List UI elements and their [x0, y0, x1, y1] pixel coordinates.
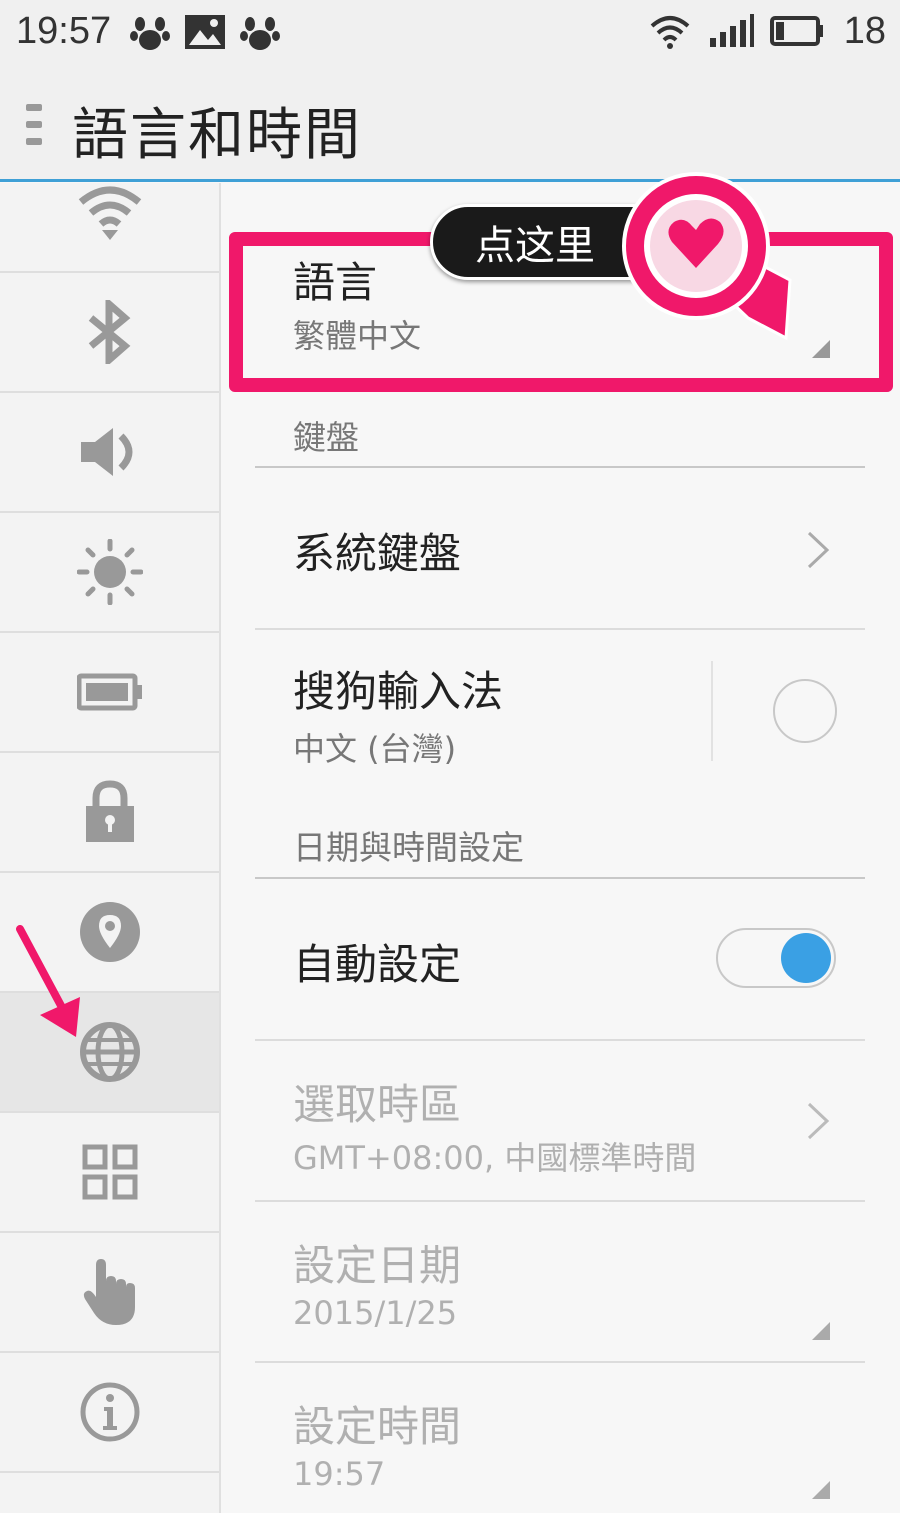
battery-icon [76, 673, 142, 711]
sound-icon [80, 428, 132, 476]
status-bar: 19:57 18 [0, 0, 900, 66]
sidebar-item-display[interactable] [0, 513, 219, 633]
sidebar-item-battery[interactable] [0, 633, 219, 753]
sidebar-item-bluetooth[interactable] [0, 273, 219, 393]
lock-icon [85, 780, 134, 842]
timezone-sub: GMT+08:00, 中國標準時間 [293, 1139, 697, 1177]
sogou-input-row[interactable]: 搜狗輸入法 中文 (台灣) [223, 630, 713, 790]
chevron-right-icon [807, 1102, 830, 1140]
sogou-sub: 中文 (台灣) [293, 730, 457, 768]
pointer-arrow-icon [16, 925, 80, 1037]
sidebar-item-security[interactable] [0, 753, 219, 873]
brightness-icon [76, 539, 143, 605]
auto-set-toggle[interactable] [716, 928, 836, 988]
menu-icon[interactable] [26, 104, 44, 148]
heart-magnifier-icon [622, 172, 792, 341]
battery-icon [770, 16, 823, 46]
sogou-title: 搜狗輸入法 [293, 667, 504, 716]
set-date-title: 設定日期 [293, 1241, 462, 1290]
system-keyboard-title: 系統鍵盤 [293, 529, 462, 578]
keyboard-section-header: 鍵盤 [293, 418, 359, 457]
set-time-title: 設定時間 [293, 1402, 462, 1451]
touch-icon [83, 1259, 135, 1325]
set-date-sub: 2015/1/25 [293, 1294, 458, 1332]
sidebar-item-gestures[interactable] [0, 1233, 219, 1353]
dropdown-corner-icon [812, 1481, 830, 1499]
sidebar [0, 183, 221, 1513]
system-keyboard-row[interactable]: 系統鍵盤 [223, 468, 900, 628]
tooltip-label: 点这里 [475, 223, 595, 269]
dropdown-corner-icon [812, 1322, 830, 1340]
baidu-paw-icon [130, 17, 170, 50]
set-date-row[interactable]: 設定日期 2015/1/25 [223, 1202, 900, 1362]
vertical-separator [711, 661, 713, 761]
auto-set-title: 自動設定 [293, 940, 462, 989]
timezone-row[interactable]: 選取時區 GMT+08:00, 中國標準時間 [223, 1041, 900, 1201]
wifi-icon [650, 16, 690, 49]
sidebar-item-apps[interactable] [0, 1113, 219, 1233]
chevron-right-icon [807, 531, 830, 569]
wifi-icon [78, 186, 141, 240]
location-icon [79, 902, 140, 962]
status-time: 19:57 [16, 10, 112, 52]
set-time-row[interactable]: 設定時間 19:57 [223, 1363, 900, 1513]
datetime-section-header: 日期與時間設定 [293, 828, 524, 867]
battery-level: 18 [843, 10, 886, 52]
sidebar-item-about[interactable] [0, 1353, 219, 1473]
sidebar-item-sound[interactable] [0, 393, 219, 513]
bluetooth-icon [88, 300, 130, 364]
globe-icon [79, 1022, 140, 1082]
apps-icon [82, 1144, 137, 1200]
signal-icon [710, 14, 754, 47]
sidebar-item-wifi[interactable] [0, 153, 219, 273]
set-time-sub: 19:57 [293, 1455, 386, 1493]
timezone-title: 選取時區 [293, 1080, 462, 1129]
sogou-radio[interactable] [773, 679, 837, 743]
image-icon [185, 15, 225, 49]
info-icon [80, 1382, 139, 1442]
baidu-paw-icon [240, 17, 280, 50]
toggle-knob [781, 933, 831, 983]
